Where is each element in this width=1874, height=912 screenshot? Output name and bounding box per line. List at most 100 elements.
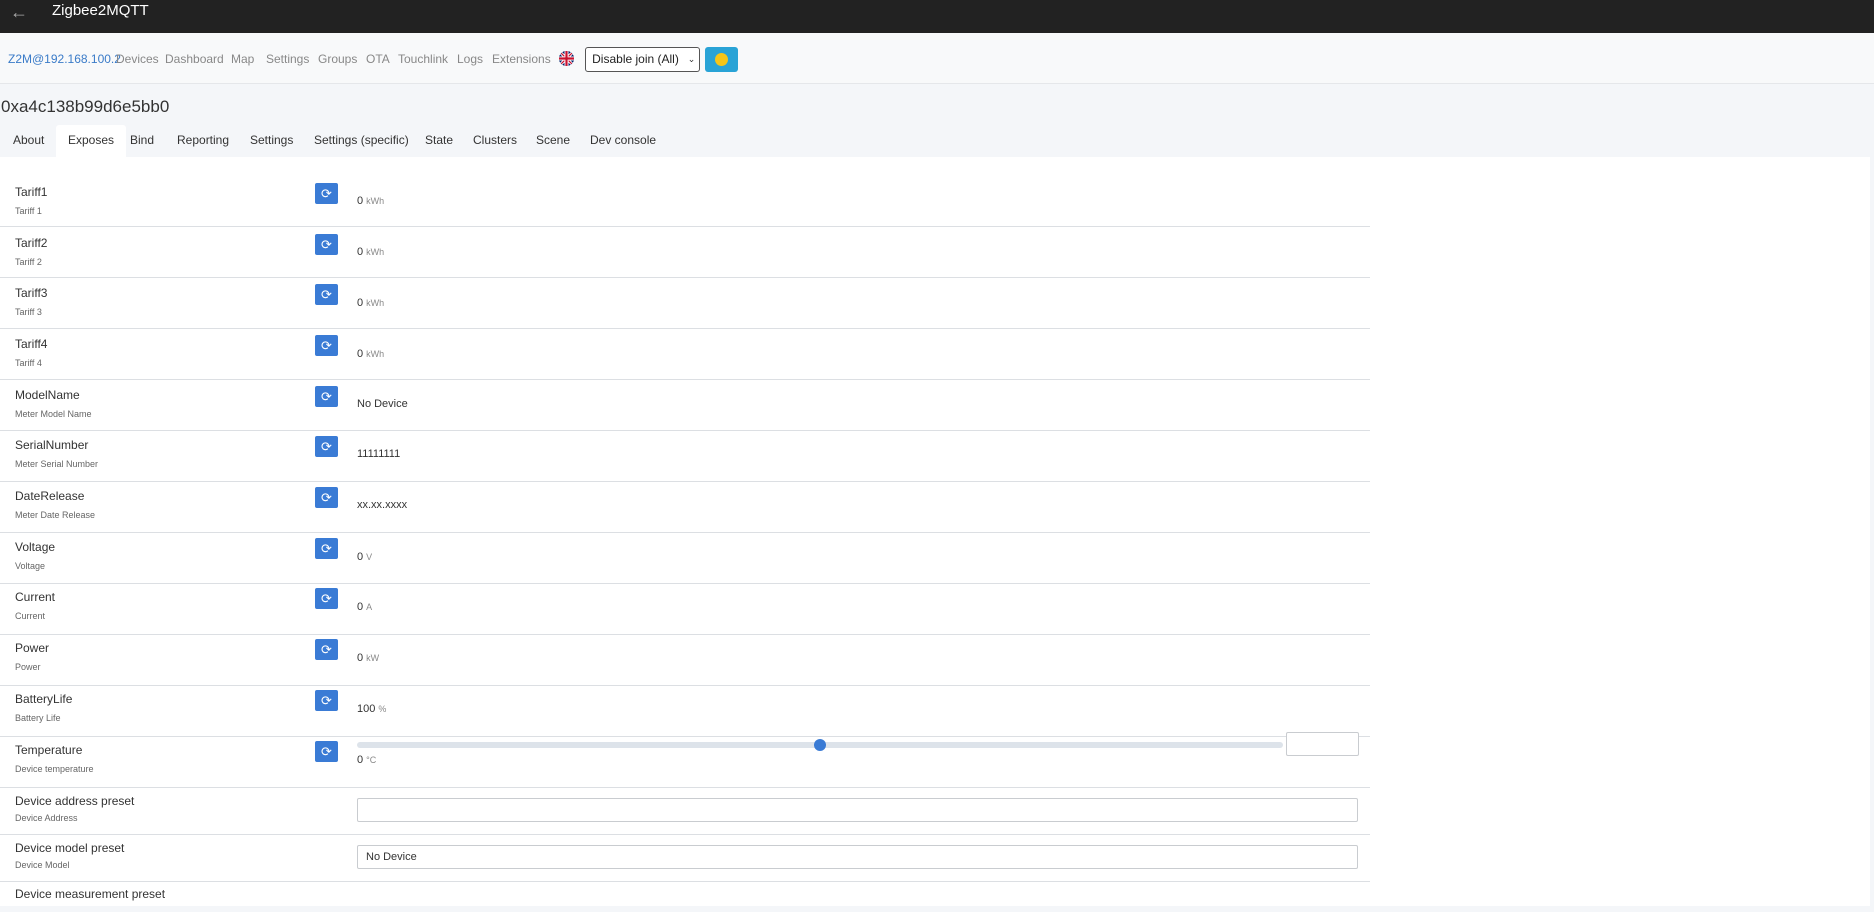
refresh-icon[interactable]: ⟳ (315, 639, 338, 660)
expose-label: Tariff3 (15, 286, 48, 300)
preset-label: Device measurement preset (15, 887, 166, 901)
tab-reporting[interactable]: Reporting (177, 125, 229, 158)
uk-flag-icon[interactable] (559, 51, 574, 66)
nav-dashboard[interactable]: Dashboard (165, 52, 224, 66)
expose-label: Tariff1 (15, 185, 48, 199)
nav-brand-link[interactable]: Z2M@192.168.100.2 (8, 52, 121, 66)
device-address-input[interactable] (357, 798, 1358, 822)
expose-label: Tariff4 (15, 337, 48, 351)
expose-row-serialnumber: SerialNumber Meter Serial Number ⟳ 11111… (0, 431, 1370, 482)
preset-description: Device Model (15, 860, 70, 870)
app-title: Zigbee2MQTT (52, 2, 149, 19)
expose-description: Tariff 3 (15, 307, 42, 317)
chevron-down-icon[interactable]: ⌄ (684, 47, 700, 72)
expose-label: SerialNumber (15, 438, 89, 452)
expose-label: Temperature (15, 743, 83, 757)
expose-unit: % (378, 704, 387, 714)
refresh-icon[interactable]: ⟳ (315, 588, 338, 609)
device-model-input[interactable] (357, 845, 1358, 869)
disable-join-button[interactable]: Disable join (All) (585, 47, 686, 72)
expose-row-modelname: ModelName Meter Model Name ⟳ No Device (0, 380, 1370, 431)
tab-exposes[interactable]: Exposes (56, 125, 127, 158)
expose-description: Tariff 4 (15, 358, 42, 368)
expose-value: No Device (357, 398, 408, 410)
refresh-icon[interactable]: ⟳ (315, 690, 338, 711)
expose-unit: kWh (366, 298, 385, 308)
preset-row-device-measurement: Device measurement preset (0, 882, 1370, 912)
expose-unit: kWh (366, 349, 385, 359)
theme-toggle-button[interactable] (705, 47, 738, 72)
expose-row-tariff4: Tariff4 Tariff 4 ⟳ 0 kWh (0, 329, 1370, 380)
arrow-left-icon[interactable]: ← (10, 2, 28, 23)
expose-description: Meter Serial Number (15, 459, 99, 469)
refresh-icon[interactable]: ⟳ (315, 335, 338, 356)
slider-thumb[interactable] (814, 739, 826, 751)
app-header: ← Zigbee2MQTT (0, 0, 1874, 33)
refresh-icon[interactable]: ⟳ (315, 487, 338, 508)
tab-dev-console[interactable]: Dev console (590, 125, 656, 158)
expose-description: Power (15, 662, 41, 672)
expose-label: Power (15, 641, 50, 655)
expose-unit: kWh (366, 247, 385, 257)
tab-settings-specific[interactable]: Settings (specific) (314, 125, 409, 158)
expose-label: DateRelease (15, 489, 85, 503)
refresh-icon[interactable]: ⟳ (315, 284, 338, 305)
tab-state[interactable]: State (425, 125, 453, 158)
preset-label: Device address preset (15, 794, 135, 808)
expose-description: Tariff 2 (15, 257, 42, 267)
expose-value: 0A (357, 601, 373, 613)
expose-row-power: Power Power ⟳ 0 kW (0, 635, 1370, 686)
refresh-icon[interactable]: ⟳ (315, 386, 338, 407)
expose-unit: A (366, 602, 373, 612)
nav-logs[interactable]: Logs (457, 52, 483, 66)
tab-bind[interactable]: Bind (130, 125, 154, 158)
preset-row-device-address: Device address preset Device Address (0, 788, 1370, 835)
nav-touchlink[interactable]: Touchlink (398, 52, 448, 66)
page-title: 0xa4c138b99d6e5bb0 (1, 97, 170, 116)
expose-unit: °C (366, 755, 377, 765)
nav-ota[interactable]: OTA (366, 52, 390, 66)
tab-scene[interactable]: Scene (536, 125, 570, 158)
expose-description: Device temperature (15, 764, 94, 774)
nav-settings[interactable]: Settings (266, 52, 309, 66)
expose-description: Tariff 1 (15, 206, 42, 216)
refresh-icon[interactable]: ⟳ (315, 234, 338, 255)
expose-label: Voltage (15, 540, 56, 554)
tab-clusters[interactable]: Clusters (473, 125, 517, 158)
expose-unit: kW (366, 653, 380, 663)
expose-label: Tariff2 (15, 236, 48, 250)
expose-row-daterelease: DateRelease Meter Date Release ⟳ xx.xx.x… (0, 482, 1370, 533)
expose-description: Current (15, 611, 46, 621)
nav-groups[interactable]: Groups (318, 52, 357, 66)
tab-about[interactable]: About (13, 125, 44, 158)
nav-map[interactable]: Map (231, 52, 254, 66)
tab-settings[interactable]: Settings (250, 125, 293, 158)
expose-row-tariff1: Tariff1 Tariff 1 ⟳ 0 kWh (0, 157, 1370, 227)
expose-row-tariff3: Tariff3 Tariff 3 ⟳ 0 kWh (0, 278, 1370, 329)
expose-description: Voltage (15, 561, 46, 571)
refresh-icon[interactable]: ⟳ (315, 183, 338, 204)
expose-label: Current (15, 590, 56, 604)
preset-description: Device Address (15, 813, 78, 823)
expose-value: 0 kWh (357, 246, 385, 258)
nav-devices[interactable]: Devices (116, 52, 159, 66)
expose-value: 0 kWh (357, 297, 385, 309)
expose-label: ModelName (15, 388, 80, 402)
nav-extensions[interactable]: Extensions (492, 52, 551, 66)
expose-row-current: Current Current ⟳ 0A (0, 584, 1370, 635)
expose-value: 0 kWh (357, 348, 385, 360)
preset-label: Device model preset (15, 841, 125, 855)
measurement-preset-input[interactable] (1286, 732, 1359, 756)
expose-value: xx.xx.xxxx (357, 499, 408, 511)
refresh-icon[interactable]: ⟳ (315, 538, 338, 559)
expose-unit: kWh (366, 196, 385, 206)
refresh-icon[interactable]: ⟳ (315, 741, 338, 762)
expose-value: 0 °C (357, 754, 377, 766)
expose-value: 0 kWh (357, 195, 385, 207)
refresh-icon[interactable]: ⟳ (315, 436, 338, 457)
smiley-icon (715, 53, 728, 66)
expose-label: BatteryLife (15, 692, 73, 706)
expose-value: 0 kW (357, 652, 380, 664)
main-navbar: Z2M@192.168.100.2 Devices Dashboard Map … (0, 33, 1874, 84)
expose-unit: V (366, 552, 373, 562)
